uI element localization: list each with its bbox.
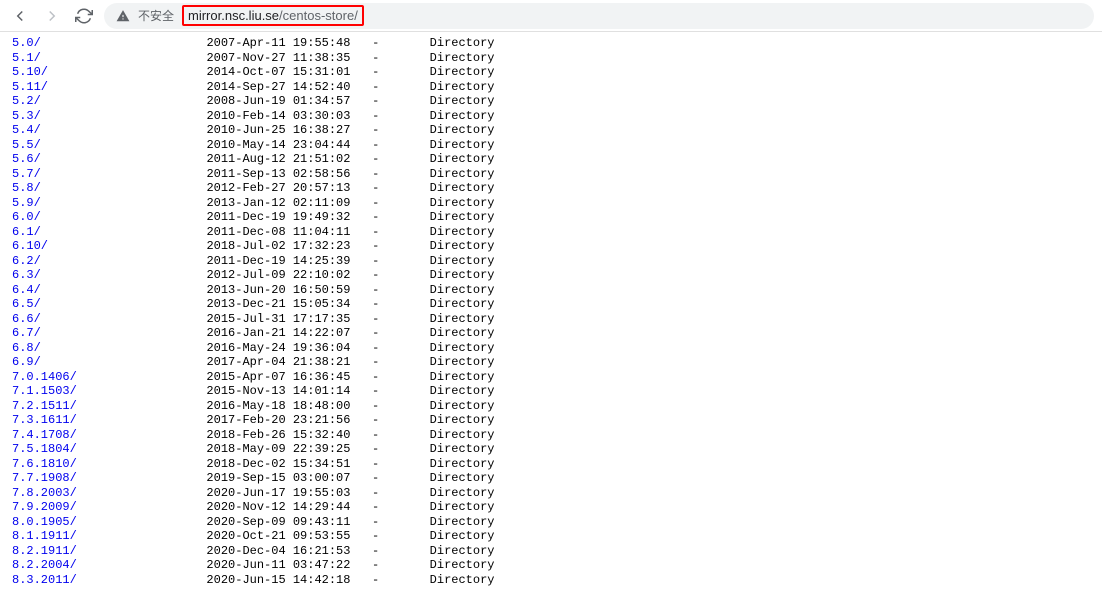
- table-row: 5.0/ 2007-Apr-11 19:55:48 - Directory: [12, 36, 1090, 51]
- directory-link[interactable]: 7.4.1708/: [12, 428, 77, 442]
- table-row: 8.2.1911/ 2020-Dec-04 16:21:53 - Directo…: [12, 544, 1090, 559]
- directory-link[interactable]: 7.6.1810/: [12, 457, 77, 471]
- table-row: 8.3.2011/ 2020-Jun-15 14:42:18 - Directo…: [12, 573, 1090, 588]
- table-row: 8.1.1911/ 2020-Oct-21 09:53:55 - Directo…: [12, 529, 1090, 544]
- directory-link[interactable]: 6.2/: [12, 254, 41, 268]
- table-row: 5.2/ 2008-Jun-19 01:34:57 - Directory: [12, 94, 1090, 109]
- directory-link[interactable]: 7.2.1511/: [12, 399, 77, 413]
- back-button[interactable]: [8, 4, 32, 28]
- directory-link[interactable]: 5.1/: [12, 51, 41, 65]
- directory-link[interactable]: 6.7/: [12, 326, 41, 340]
- reload-button[interactable]: [72, 4, 96, 28]
- directory-link[interactable]: 8.0.1905/: [12, 515, 77, 529]
- directory-listing: 5.0/ 2007-Apr-11 19:55:48 - Directory5.1…: [0, 32, 1102, 591]
- directory-link[interactable]: 7.7.1908/: [12, 471, 77, 485]
- directory-link[interactable]: 8.2.1911/: [12, 544, 77, 558]
- table-row: 7.4.1708/ 2018-Feb-26 15:32:40 - Directo…: [12, 428, 1090, 443]
- table-row: 6.9/ 2017-Apr-04 21:38:21 - Directory: [12, 355, 1090, 370]
- directory-link[interactable]: 6.6/: [12, 312, 41, 326]
- directory-link[interactable]: 5.0/: [12, 36, 41, 50]
- directory-link[interactable]: 6.0/: [12, 210, 41, 224]
- table-row: 6.10/ 2018-Jul-02 17:32:23 - Directory: [12, 239, 1090, 254]
- warning-icon: [116, 9, 130, 23]
- table-row: 7.9.2009/ 2020-Nov-12 14:29:44 - Directo…: [12, 500, 1090, 515]
- directory-link[interactable]: 5.11/: [12, 80, 48, 94]
- table-row: 6.2/ 2011-Dec-19 14:25:39 - Directory: [12, 254, 1090, 269]
- table-row: 7.7.1908/ 2019-Sep-15 03:00:07 - Directo…: [12, 471, 1090, 486]
- table-row: 5.6/ 2011-Aug-12 21:51:02 - Directory: [12, 152, 1090, 167]
- directory-link[interactable]: 6.5/: [12, 297, 41, 311]
- directory-link[interactable]: 7.8.2003/: [12, 486, 77, 500]
- table-row: 5.4/ 2010-Jun-25 16:38:27 - Directory: [12, 123, 1090, 138]
- directory-link[interactable]: 5.6/: [12, 152, 41, 166]
- table-row: 7.5.1804/ 2018-May-09 22:39:25 - Directo…: [12, 442, 1090, 457]
- table-row: 7.8.2003/ 2020-Jun-17 19:55:03 - Directo…: [12, 486, 1090, 501]
- table-row: 8.2.2004/ 2020-Jun-11 03:47:22 - Directo…: [12, 558, 1090, 573]
- directory-link[interactable]: 5.10/: [12, 65, 48, 79]
- table-row: 5.5/ 2010-May-14 23:04:44 - Directory: [12, 138, 1090, 153]
- table-row: 7.1.1503/ 2015-Nov-13 14:01:14 - Directo…: [12, 384, 1090, 399]
- directory-link[interactable]: 5.8/: [12, 181, 41, 195]
- table-row: 5.3/ 2010-Feb-14 03:30:03 - Directory: [12, 109, 1090, 124]
- security-label: 不安全: [138, 7, 174, 24]
- table-row: 6.4/ 2013-Jun-20 16:50:59 - Directory: [12, 283, 1090, 298]
- table-row: 7.2.1511/ 2016-May-18 18:48:00 - Directo…: [12, 399, 1090, 414]
- table-row: 5.11/ 2014-Sep-27 14:52:40 - Directory: [12, 80, 1090, 95]
- table-row: 6.6/ 2015-Jul-31 17:17:35 - Directory: [12, 312, 1090, 327]
- directory-link[interactable]: 5.4/: [12, 123, 41, 137]
- directory-link[interactable]: 6.4/: [12, 283, 41, 297]
- table-row: 6.0/ 2011-Dec-19 19:49:32 - Directory: [12, 210, 1090, 225]
- directory-link[interactable]: 5.3/: [12, 109, 41, 123]
- directory-link[interactable]: 8.2.2004/: [12, 558, 77, 572]
- directory-link[interactable]: 8.1.1911/: [12, 529, 77, 543]
- table-row: 6.1/ 2011-Dec-08 11:04:11 - Directory: [12, 225, 1090, 240]
- directory-link[interactable]: 7.0.1406/: [12, 370, 77, 384]
- table-row: 6.5/ 2013-Dec-21 15:05:34 - Directory: [12, 297, 1090, 312]
- directory-link[interactable]: 5.7/: [12, 167, 41, 181]
- directory-link[interactable]: 7.1.1503/: [12, 384, 77, 398]
- directory-link[interactable]: 8.3.2011/: [12, 573, 77, 587]
- directory-link[interactable]: 7.9.2009/: [12, 500, 77, 514]
- table-row: 7.3.1611/ 2017-Feb-20 23:21:56 - Directo…: [12, 413, 1090, 428]
- directory-link[interactable]: 6.9/: [12, 355, 41, 369]
- table-row: 6.3/ 2012-Jul-09 22:10:02 - Directory: [12, 268, 1090, 283]
- url-highlight: mirror.nsc.liu.se/centos-store/: [182, 5, 364, 26]
- table-row: 5.10/ 2014-Oct-07 15:31:01 - Directory: [12, 65, 1090, 80]
- forward-button[interactable]: [40, 4, 64, 28]
- table-row: 5.8/ 2012-Feb-27 20:57:13 - Directory: [12, 181, 1090, 196]
- directory-link[interactable]: 5.5/: [12, 138, 41, 152]
- directory-link[interactable]: 5.9/: [12, 196, 41, 210]
- directory-link[interactable]: 7.3.1611/: [12, 413, 77, 427]
- table-row: 7.6.1810/ 2018-Dec-02 15:34:51 - Directo…: [12, 457, 1090, 472]
- directory-link[interactable]: 6.10/: [12, 239, 48, 253]
- table-row: 5.9/ 2013-Jan-12 02:11:09 - Directory: [12, 196, 1090, 211]
- url-path: /centos-store/: [279, 8, 358, 23]
- directory-link[interactable]: 6.3/: [12, 268, 41, 282]
- directory-link[interactable]: 6.8/: [12, 341, 41, 355]
- table-row: 7.0.1406/ 2015-Apr-07 16:36:45 - Directo…: [12, 370, 1090, 385]
- table-row: 8.0.1905/ 2020-Sep-09 09:43:11 - Directo…: [12, 515, 1090, 530]
- directory-link[interactable]: 7.5.1804/: [12, 442, 77, 456]
- table-row: 6.8/ 2016-May-24 19:36:04 - Directory: [12, 341, 1090, 356]
- url-domain: mirror.nsc.liu.se: [188, 8, 279, 23]
- browser-toolbar: 不安全 mirror.nsc.liu.se/centos-store/: [0, 0, 1102, 32]
- table-row: 6.7/ 2016-Jan-21 14:22:07 - Directory: [12, 326, 1090, 341]
- url-bar[interactable]: 不安全 mirror.nsc.liu.se/centos-store/: [104, 3, 1094, 29]
- table-row: 5.1/ 2007-Nov-27 11:38:35 - Directory: [12, 51, 1090, 66]
- directory-link[interactable]: 5.2/: [12, 94, 41, 108]
- table-row: 5.7/ 2011-Sep-13 02:58:56 - Directory: [12, 167, 1090, 182]
- directory-link[interactable]: 6.1/: [12, 225, 41, 239]
